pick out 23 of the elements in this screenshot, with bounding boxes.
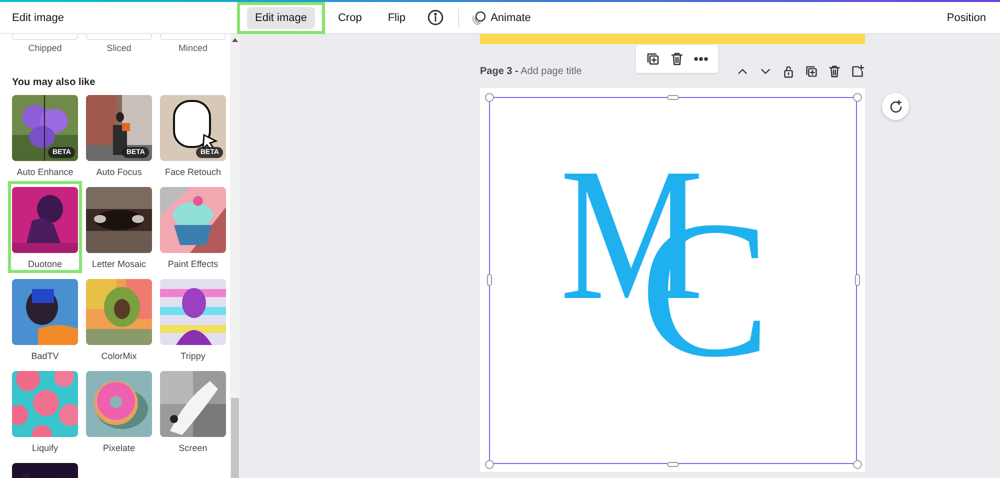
- effect-label: Trippy: [180, 351, 206, 361]
- toolbar-button[interactable]: Edit image: [247, 6, 315, 28]
- effect-label: Screen: [178, 443, 208, 453]
- effect-label: Sliced: [106, 43, 132, 53]
- effect-label: BadTV: [31, 351, 59, 361]
- position-button[interactable]: Position: [942, 8, 990, 28]
- toolbar-button[interactable]: Flip: [380, 6, 414, 28]
- effect-label: Auto Focus: [96, 167, 142, 177]
- effect-label: Face Retouch: [164, 167, 222, 177]
- section-heading: You may also like: [12, 77, 96, 88]
- effect-label: Chipped: [27, 43, 63, 53]
- effect-label: Liquify: [32, 443, 58, 453]
- effect-label: Paint Effects: [168, 259, 218, 269]
- effect-label: Letter Mosaic: [92, 259, 146, 269]
- effect-label: Pixelate: [102, 443, 136, 453]
- animate-button[interactable]: Animate: [464, 6, 537, 30]
- panel-title: Edit image: [11, 12, 65, 24]
- effect-label: ColorMix: [101, 351, 137, 361]
- effect-label: Duotone: [28, 259, 62, 269]
- effect-label: Minced: [177, 43, 208, 53]
- toolbar-button[interactable]: Crop: [330, 6, 370, 28]
- page-title[interactable]: Page 3 - Add page title: [480, 66, 582, 76]
- effect-label: Auto Enhance: [16, 167, 74, 177]
